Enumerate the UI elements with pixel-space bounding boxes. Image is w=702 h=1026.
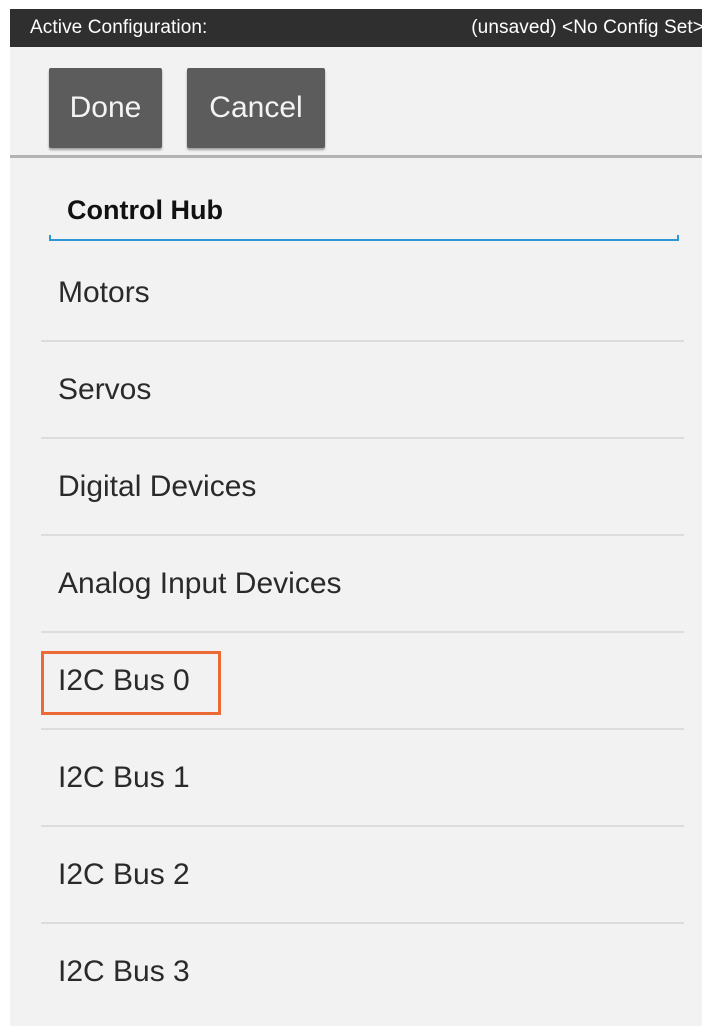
hub-name: Control Hub (67, 195, 223, 225)
list-item-label: Digital Devices (58, 469, 257, 503)
device-category-list: Motors Servos Digital Devices Analog Inp… (41, 245, 684, 1019)
list-item-label: I2C Bus 1 (58, 760, 190, 794)
list-item-motors[interactable]: Motors (41, 245, 684, 342)
done-button[interactable]: Done (49, 68, 162, 148)
list-item-label: I2C Bus 2 (58, 857, 190, 891)
list-item-label: Analog Input Devices (58, 566, 342, 600)
config-screen: Active Configuration: (unsaved) <No Conf… (10, 9, 702, 1026)
highlight-box (41, 651, 221, 715)
active-configuration-bar: Active Configuration: (unsaved) <No Conf… (10, 9, 702, 47)
list-item-analog-input-devices[interactable]: Analog Input Devices (41, 536, 684, 633)
hub-name-field[interactable]: Control Hub (49, 187, 679, 241)
list-item-label: Motors (58, 275, 150, 309)
hub-name-underline (49, 235, 679, 241)
list-item-digital-devices[interactable]: Digital Devices (41, 439, 684, 536)
list-item-i2c-bus-3[interactable]: I2C Bus 3 (41, 924, 684, 1019)
cancel-button[interactable]: Cancel (187, 68, 325, 148)
toolbar: Done Cancel (10, 47, 702, 158)
list-item-i2c-bus-0[interactable]: I2C Bus 0 (41, 633, 684, 730)
list-item-label: Servos (58, 372, 152, 406)
list-item-label: I2C Bus 3 (58, 954, 190, 988)
list-item-servos[interactable]: Servos (41, 342, 684, 439)
list-item-i2c-bus-1[interactable]: I2C Bus 1 (41, 730, 684, 827)
list-item-i2c-bus-2[interactable]: I2C Bus 2 (41, 827, 684, 924)
active-configuration-value: (unsaved) <No Config Set> (471, 17, 702, 38)
active-configuration-label: Active Configuration: (30, 17, 208, 38)
